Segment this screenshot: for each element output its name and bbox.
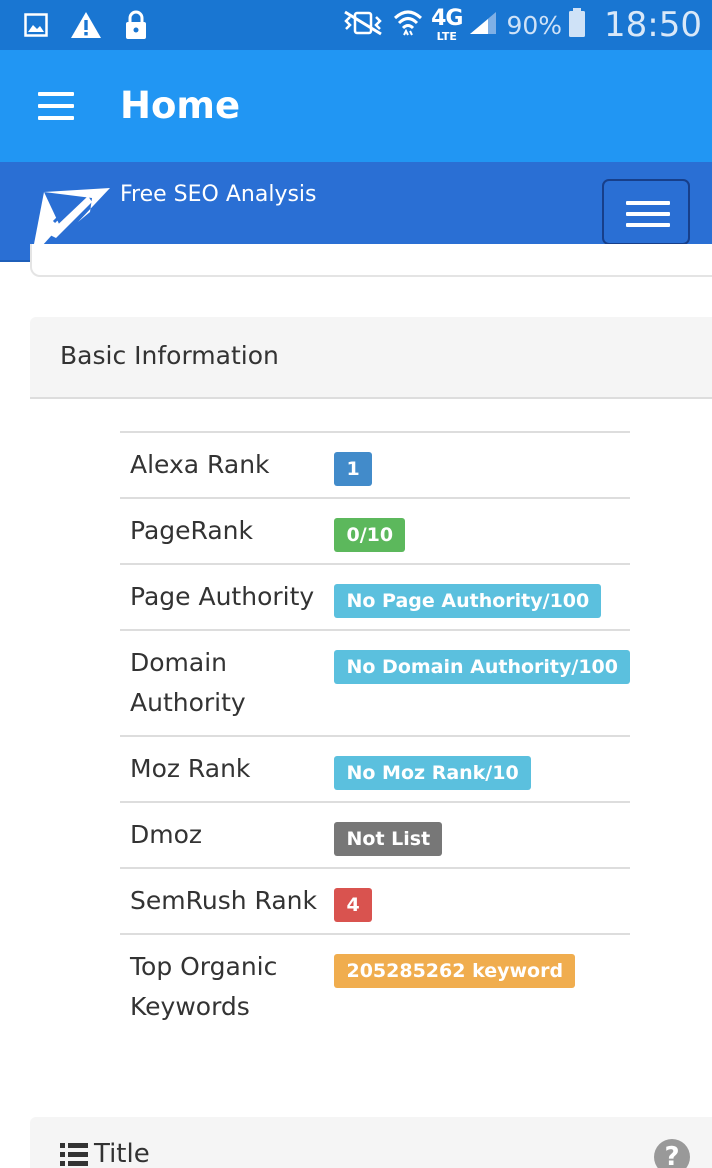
table-row: Dmoz Not List: [120, 801, 630, 868]
table-row: Page Authority No Page Authority/100: [120, 563, 630, 630]
row-label: Top Organic Keywords: [120, 933, 335, 1039]
table-row: Moz Rank No Moz Rank/10: [120, 735, 630, 802]
row-value: 4: [334, 867, 630, 934]
dmoz-badge: Not List: [334, 822, 443, 856]
list-icon: [60, 1143, 88, 1167]
navbar-toggle-button[interactable]: [602, 179, 690, 245]
app-bar: Home: [0, 50, 712, 162]
wifi-icon: [393, 9, 423, 41]
basic-info-table: Alexa Rank 1 PageRank 0/10 Page Authorit…: [120, 431, 630, 1039]
moz-rank-badge: No Moz Rank/10: [334, 756, 531, 790]
table-row: SemRush Rank 4: [120, 867, 630, 934]
row-value: Not List: [334, 801, 630, 868]
row-label: Moz Rank: [120, 735, 335, 802]
row-label: Domain Authority: [120, 629, 335, 736]
row-label: Alexa Rank: [120, 431, 335, 498]
row-value: No Moz Rank/10: [334, 735, 630, 802]
battery-icon: [568, 8, 586, 42]
row-value: No Page Authority/100: [334, 563, 630, 630]
row-label: PageRank: [120, 497, 335, 564]
semrush-rank-badge: 4: [334, 888, 372, 922]
site-brand[interactable]: Free SEO Analysis: [120, 182, 317, 207]
title-panel-label: Title: [94, 1139, 150, 1168]
row-value: No Domain Authority/100: [334, 629, 630, 736]
help-icon[interactable]: ?: [654, 1139, 690, 1168]
page-title: Home: [120, 84, 241, 127]
row-label: Dmoz: [120, 801, 335, 868]
table-row: Alexa Rank 1: [120, 431, 630, 498]
table-row: Domain Authority No Domain Authority/100: [120, 629, 630, 736]
alexa-rank-badge: 1: [334, 452, 372, 486]
status-bar-right: 4G LTE 90% 18:50: [341, 4, 702, 46]
network-sub-label: LTE: [436, 30, 457, 43]
basic-info-heading: Basic Information: [30, 317, 712, 399]
row-value: 0/10: [334, 497, 630, 564]
site-logo-icon[interactable]: [30, 182, 112, 250]
domain-authority-badge: No Domain Authority/100: [334, 650, 630, 684]
panel-title: Basic Information: [60, 341, 279, 370]
table-row: Top Organic Keywords 205285262 keyword: [120, 933, 630, 1039]
status-bar: 4G LTE 90% 18:50: [0, 0, 712, 50]
row-label: SemRush Rank: [120, 867, 335, 934]
signal-icon: [468, 10, 498, 40]
battery-percentage: 90%: [506, 10, 563, 40]
clock: 18:50: [604, 5, 702, 45]
row-label: Page Authority: [120, 563, 335, 630]
warning-icon: [70, 11, 102, 43]
network-type: 4G LTE: [431, 6, 463, 43]
vibrate-icon: [341, 10, 385, 40]
table-row: PageRank 0/10: [120, 497, 630, 564]
network-label: 4G: [431, 6, 463, 31]
title-panel-heading: Title ?: [30, 1117, 712, 1168]
previous-panel-edge: [30, 244, 712, 277]
status-bar-left: [24, 10, 170, 44]
row-value: 205285262 keyword: [334, 933, 630, 1039]
pagerank-badge: 0/10: [334, 518, 406, 552]
page-authority-badge: No Page Authority/100: [334, 584, 602, 618]
hamburger-menu-icon[interactable]: [36, 92, 76, 120]
lock-icon: [124, 10, 148, 44]
top-keywords-badge: 205285262 keyword: [334, 954, 576, 988]
row-value: 1: [334, 431, 630, 498]
image-icon: [24, 13, 48, 41]
